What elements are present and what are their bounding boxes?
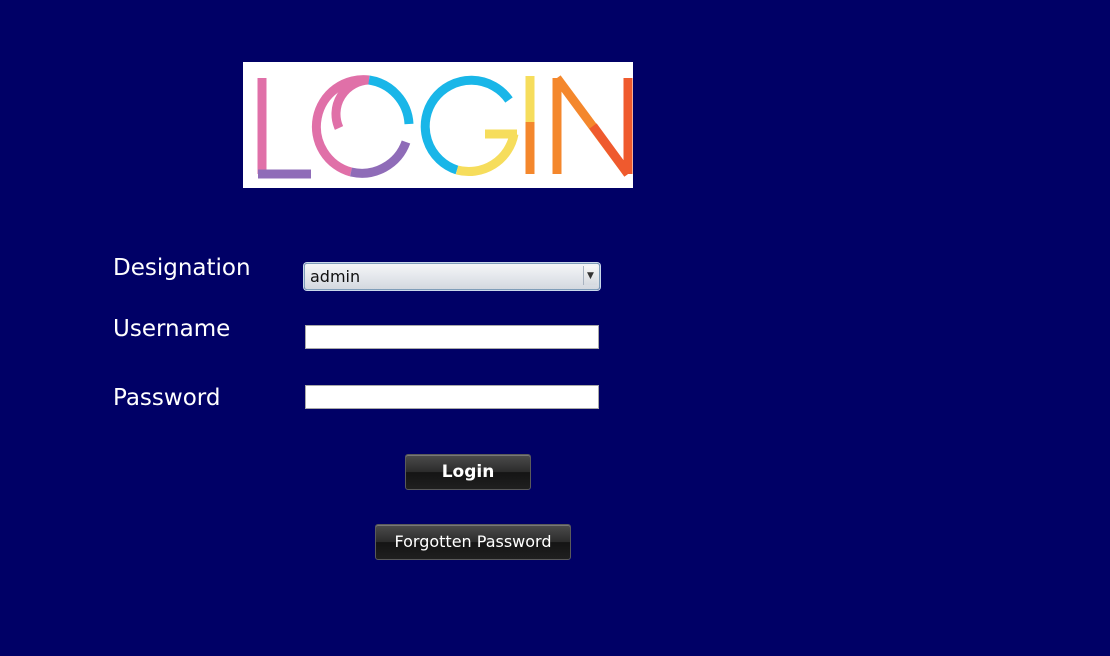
username-input[interactable] xyxy=(305,325,599,349)
dropdown-arrow-icon[interactable]: ▼ xyxy=(583,266,597,285)
username-label: Username xyxy=(113,316,231,342)
designation-label: Designation xyxy=(113,255,251,281)
designation-select[interactable]: admin ▼ xyxy=(304,263,600,290)
password-input[interactable] xyxy=(305,385,599,409)
password-label: Password xyxy=(113,385,221,411)
login-button[interactable]: Login xyxy=(405,454,531,490)
designation-selected-value: admin xyxy=(310,267,361,286)
login-logo xyxy=(243,62,633,188)
login-logo-graphic xyxy=(257,75,633,179)
forgotten-password-button[interactable]: Forgotten Password xyxy=(375,524,571,560)
